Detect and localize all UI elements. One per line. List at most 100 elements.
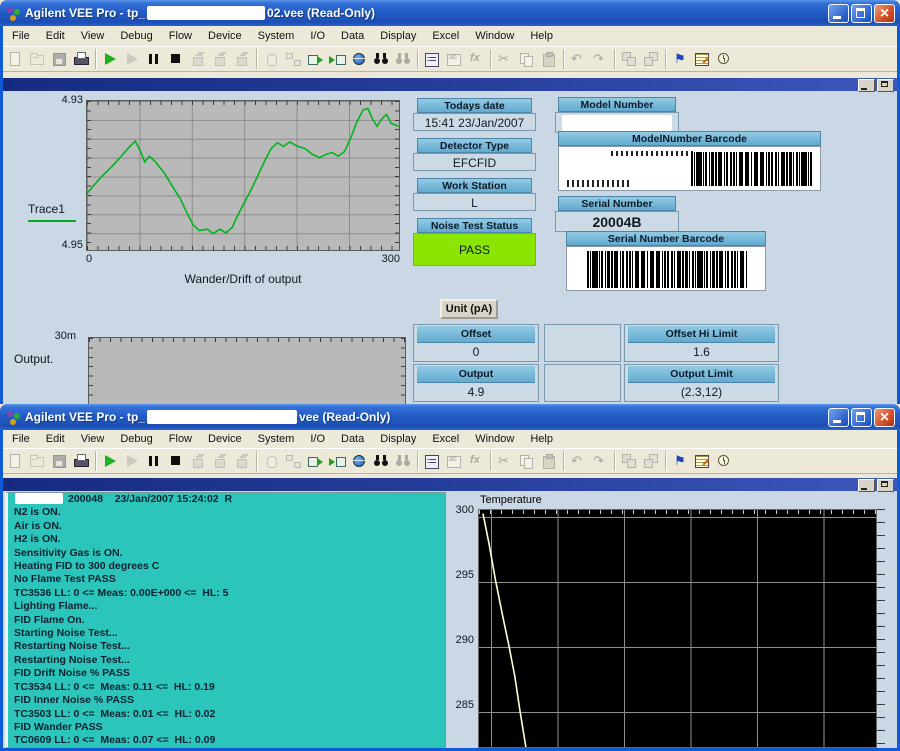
unit-button[interactable]: Unit (pA) [440, 299, 498, 319]
pan-button[interactable] [260, 48, 282, 70]
find-next-button[interactable] [392, 450, 414, 472]
properties-button[interactable] [421, 450, 443, 472]
program-properties-button[interactable] [691, 450, 713, 472]
pan-button[interactable] [260, 450, 282, 472]
reorder-button[interactable] [640, 450, 662, 472]
menu-flow[interactable]: Flow [161, 431, 200, 447]
menu-debug[interactable]: Debug [112, 431, 160, 447]
menu-window[interactable]: Window [467, 28, 522, 44]
stop-button[interactable] [165, 450, 187, 472]
pause-button[interactable] [143, 48, 165, 70]
pause-button[interactable] [143, 450, 165, 472]
find-button[interactable] [370, 450, 392, 472]
copy-button[interactable] [516, 450, 538, 472]
web-button[interactable] [348, 450, 370, 472]
formula-button[interactable] [465, 48, 487, 70]
text-note-button[interactable] [443, 48, 465, 70]
menu-data[interactable]: Data [333, 431, 372, 447]
menu-edit[interactable]: Edit [38, 28, 73, 44]
new-file-button[interactable] [4, 48, 26, 70]
profiler-button[interactable] [713, 450, 735, 472]
properties-button[interactable] [421, 48, 443, 70]
autoconnect-button[interactable] [282, 450, 304, 472]
child-maximize-button[interactable] [877, 79, 894, 92]
menu-i-o[interactable]: I/O [302, 28, 333, 44]
run-button[interactable] [99, 450, 121, 472]
add-object-button[interactable] [304, 48, 326, 70]
text-note-button[interactable] [443, 450, 465, 472]
maximize-button[interactable] [851, 408, 872, 427]
find-button[interactable] [370, 48, 392, 70]
clean-up-lines-button[interactable] [618, 450, 640, 472]
undo-button[interactable] [567, 48, 589, 70]
new-file-button[interactable] [4, 450, 26, 472]
undo-button[interactable] [567, 450, 589, 472]
step-into-button[interactable] [187, 48, 209, 70]
open-file-button[interactable] [26, 450, 48, 472]
child-maximize-button[interactable] [877, 479, 894, 492]
clean-up-lines-button[interactable] [618, 48, 640, 70]
stop-button[interactable] [165, 48, 187, 70]
menu-device[interactable]: Device [200, 431, 250, 447]
step-out-button[interactable] [231, 450, 253, 472]
minimize-button[interactable] [828, 408, 849, 427]
maximize-button[interactable] [851, 4, 872, 23]
cut-button[interactable] [494, 450, 516, 472]
close-button[interactable] [874, 4, 895, 23]
reorder-button[interactable] [640, 48, 662, 70]
menu-help[interactable]: Help [522, 431, 561, 447]
menu-flow[interactable]: Flow [161, 28, 200, 44]
add-terminal-button[interactable] [326, 450, 348, 472]
add-object-button[interactable] [304, 450, 326, 472]
resume-button[interactable] [121, 450, 143, 472]
minimize-button[interactable] [828, 4, 849, 23]
menu-debug[interactable]: Debug [112, 28, 160, 44]
menu-file[interactable]: File [4, 431, 38, 447]
paste-button[interactable] [538, 450, 560, 472]
titlebar[interactable]: Agilent VEE Pro - tp_ 02.vee (Read-Only) [0, 0, 900, 26]
redo-button[interactable] [589, 48, 611, 70]
menu-edit[interactable]: Edit [38, 431, 73, 447]
cut-button[interactable] [494, 48, 516, 70]
run-button[interactable] [99, 48, 121, 70]
step-over-button[interactable] [209, 48, 231, 70]
redo-button[interactable] [589, 450, 611, 472]
log-console[interactable]: 200048 23/Jan/2007 15:24:02 RN2 is ON.Ai… [5, 492, 446, 748]
menu-help[interactable]: Help [522, 28, 561, 44]
resume-button[interactable] [121, 48, 143, 70]
menu-display[interactable]: Display [372, 431, 424, 447]
step-into-button[interactable] [187, 450, 209, 472]
print-button[interactable] [70, 450, 92, 472]
step-out-button[interactable] [231, 48, 253, 70]
titlebar[interactable]: Agilent VEE Pro - tp_ vee (Read-Only) [0, 404, 900, 430]
formula-button[interactable] [465, 450, 487, 472]
paste-button[interactable] [538, 48, 560, 70]
child-minimize-button[interactable] [858, 79, 875, 92]
find-next-button[interactable] [392, 48, 414, 70]
menu-window[interactable]: Window [467, 431, 522, 447]
menu-data[interactable]: Data [333, 28, 372, 44]
menu-display[interactable]: Display [372, 28, 424, 44]
menu-file[interactable]: File [4, 28, 38, 44]
menu-device[interactable]: Device [200, 28, 250, 44]
menu-i-o[interactable]: I/O [302, 431, 333, 447]
menu-view[interactable]: View [73, 28, 113, 44]
add-terminal-button[interactable] [326, 48, 348, 70]
default-prefs-button[interactable] [669, 450, 691, 472]
default-prefs-button[interactable] [669, 48, 691, 70]
program-properties-button[interactable] [691, 48, 713, 70]
close-button[interactable] [874, 408, 895, 427]
child-minimize-button[interactable] [858, 479, 875, 492]
menu-excel[interactable]: Excel [424, 28, 467, 44]
save-button[interactable] [48, 450, 70, 472]
autoconnect-button[interactable] [282, 48, 304, 70]
web-button[interactable] [348, 48, 370, 70]
menu-view[interactable]: View [73, 431, 113, 447]
profiler-button[interactable] [713, 48, 735, 70]
step-over-button[interactable] [209, 450, 231, 472]
open-file-button[interactable] [26, 48, 48, 70]
copy-button[interactable] [516, 48, 538, 70]
menu-system[interactable]: System [250, 28, 303, 44]
menu-excel[interactable]: Excel [424, 431, 467, 447]
save-button[interactable] [48, 48, 70, 70]
